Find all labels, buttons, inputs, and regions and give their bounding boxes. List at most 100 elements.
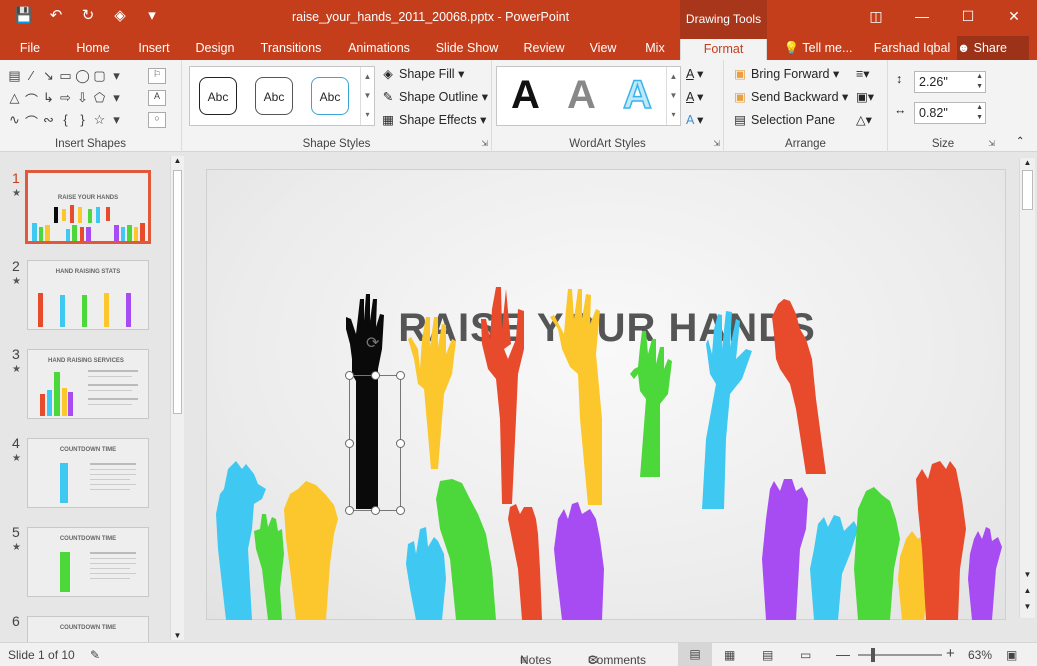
rectangle-shape-icon[interactable]: ▭	[57, 68, 74, 90]
maximize-icon[interactable]: ☐	[945, 0, 991, 32]
tab-insert[interactable]: Insert	[132, 36, 176, 60]
align-icon[interactable]: ≡▾	[856, 66, 870, 81]
thumbnails-scroll-thumb[interactable]	[173, 170, 182, 414]
reading-view-icon[interactable]: ▤	[762, 648, 773, 662]
line-shape-icon[interactable]: ∕	[23, 68, 40, 90]
send-backward-button[interactable]: ▣ Send Backward ▾	[732, 89, 848, 104]
slide-thumbnail-3[interactable]: HAND RAISING SERVICES	[27, 349, 149, 419]
resize-handle[interactable]	[345, 371, 354, 380]
tab-review[interactable]: Review	[518, 36, 570, 60]
wordart-launcher-icon[interactable]: ⇲	[713, 139, 720, 148]
text-fill-button[interactable]: A ▾	[686, 66, 703, 81]
tab-home[interactable]: Home	[70, 36, 116, 60]
shape-style-2[interactable]: Abc	[255, 77, 293, 115]
close-icon[interactable]: ✕	[991, 0, 1037, 32]
resize-handle[interactable]	[396, 439, 405, 448]
wordart-style-3[interactable]: A	[622, 72, 652, 118]
slide-thumbnail-5[interactable]: COUNTDOWN TIME	[27, 527, 149, 597]
arc-shape-icon[interactable]: ⌒	[23, 112, 40, 134]
shape-style-3[interactable]: Abc	[311, 77, 349, 115]
width-input[interactable]: 0.82" ▲ ▼	[914, 102, 986, 124]
spell-check-icon[interactable]: ✎	[90, 648, 100, 662]
shapes-scroll-icon[interactable]: ▾	[108, 90, 125, 112]
zoom-out-icon[interactable]: —	[836, 646, 850, 662]
rotate-handle-icon[interactable]: ⟳	[366, 333, 379, 353]
text-effects-button[interactable]: A ▾	[686, 112, 703, 127]
slide-sorter-icon[interactable]: ▦	[724, 648, 735, 662]
width-spinner[interactable]: ▲ ▼	[976, 103, 983, 123]
shape-styles-launcher-icon[interactable]: ⇲	[481, 139, 488, 148]
rounded-rect-shape-icon[interactable]: ▢	[91, 68, 108, 90]
shape-fill-button[interactable]: ◈ Shape Fill ▾	[380, 66, 464, 81]
tab-mix[interactable]: Mix	[638, 36, 672, 60]
fit-slide-icon[interactable]: ▣	[1006, 648, 1017, 662]
resize-handle[interactable]	[396, 371, 405, 380]
resize-handle[interactable]	[396, 506, 405, 515]
thumbnails-scrollbar[interactable]: ▲ ▼	[170, 156, 184, 640]
resize-handle[interactable]	[371, 371, 380, 380]
resize-handle[interactable]	[371, 506, 380, 515]
height-spinner[interactable]: ▲ ▼	[976, 72, 983, 92]
selected-shape-outline[interactable]	[345, 371, 405, 515]
shape-effects-button[interactable]: ▦ Shape Effects ▾	[380, 112, 486, 127]
bring-forward-button[interactable]: ▣ Bring Forward ▾	[732, 66, 839, 81]
brace-right-shape-icon[interactable]: }	[74, 112, 91, 134]
height-input[interactable]: 2.26" ▲ ▼	[914, 71, 986, 93]
collapse-ribbon-icon[interactable]: ⌃	[1016, 136, 1024, 147]
resize-handle[interactable]	[345, 439, 354, 448]
tab-transitions[interactable]: Transitions	[256, 36, 326, 60]
save-icon[interactable]: 💾	[14, 6, 34, 24]
tab-design[interactable]: Design	[190, 36, 240, 60]
merge-shapes-icon[interactable]: ○	[148, 112, 166, 128]
group-icon[interactable]: ▣▾	[856, 89, 874, 104]
normal-view-icon[interactable]: ▤	[678, 643, 712, 666]
tab-format[interactable]: Format	[680, 36, 767, 60]
zoom-slider-thumb[interactable]	[871, 648, 875, 662]
minimize-icon[interactable]: —	[899, 0, 945, 32]
editor-scroll-thumb[interactable]	[1022, 170, 1033, 210]
zoom-in-icon[interactable]: +	[946, 645, 955, 662]
tab-animations[interactable]: Animations	[342, 36, 416, 60]
textbox-shape-icon[interactable]: ▤	[6, 68, 23, 90]
connector-shape-icon[interactable]: ⌒	[23, 90, 40, 112]
shape-outline-button[interactable]: ✎ Shape Outline ▾	[380, 89, 488, 104]
selection-pane-button[interactable]: ▤ Selection Pane	[732, 112, 835, 127]
resize-handle[interactable]	[345, 506, 354, 515]
tab-slide-show[interactable]: Slide Show	[432, 36, 502, 60]
star-shape-icon[interactable]: ☆	[91, 112, 108, 134]
scroll-up-icon[interactable]: ▲	[1020, 158, 1035, 167]
down-arrow-shape-icon[interactable]: ⇩	[74, 90, 91, 112]
undo-icon[interactable]: ↶	[46, 6, 66, 24]
shapes-expand-icon[interactable]: ▾	[108, 112, 125, 134]
curve-shape-icon[interactable]: ∿	[6, 112, 23, 134]
more-shapes-icon[interactable]: ▾	[108, 68, 125, 90]
pentagon-shape-icon[interactable]: ⬠	[91, 90, 108, 112]
wordart-style-1[interactable]: A	[511, 73, 540, 118]
customize-icon[interactable]: ▾	[142, 6, 162, 24]
wordart-style-2[interactable]: A	[567, 73, 596, 118]
slide-thumbnail-6[interactable]: COUNTDOWN TIME	[27, 616, 149, 642]
brace-left-shape-icon[interactable]: {	[57, 112, 74, 134]
triangle-shape-icon[interactable]: △	[6, 90, 23, 112]
slide-thumbnail-4[interactable]: COUNTDOWN TIME	[27, 438, 149, 508]
slideshow-view-icon[interactable]: ▭	[800, 648, 811, 662]
zoom-level[interactable]: 63%	[968, 648, 992, 662]
tab-file[interactable]: File	[8, 36, 52, 60]
slide-thumbnail-2[interactable]: HAND RAISING STATS	[27, 260, 149, 330]
slide-thumbnail-1[interactable]: RAISE YOUR HANDS	[25, 170, 151, 244]
shape-styles-scroll[interactable]: ▲ ▼ ▾	[360, 67, 374, 125]
slide-indicator[interactable]: Slide 1 of 10	[8, 648, 75, 662]
tab-view[interactable]: View	[584, 36, 622, 60]
edit-shape-icon[interactable]: ⚐	[148, 68, 166, 84]
user-name[interactable]: Farshad Iqbal	[872, 36, 952, 60]
rotate-icon[interactable]: △▾	[856, 112, 872, 127]
freeform-shape-icon[interactable]: ∾	[40, 112, 57, 134]
next-slide-icon[interactable]: ▼	[1020, 602, 1035, 611]
scroll-down-icon[interactable]: ▼	[171, 631, 184, 640]
previous-slide-icon[interactable]: ▲	[1020, 586, 1035, 595]
scroll-down-icon[interactable]: ▼	[1020, 570, 1035, 579]
arrow-line-shape-icon[interactable]: ↘	[40, 68, 57, 90]
size-launcher-icon[interactable]: ⇲	[988, 139, 995, 148]
text-outline-button[interactable]: A ▾	[686, 89, 703, 104]
redo-icon[interactable]: ↻	[78, 6, 98, 24]
